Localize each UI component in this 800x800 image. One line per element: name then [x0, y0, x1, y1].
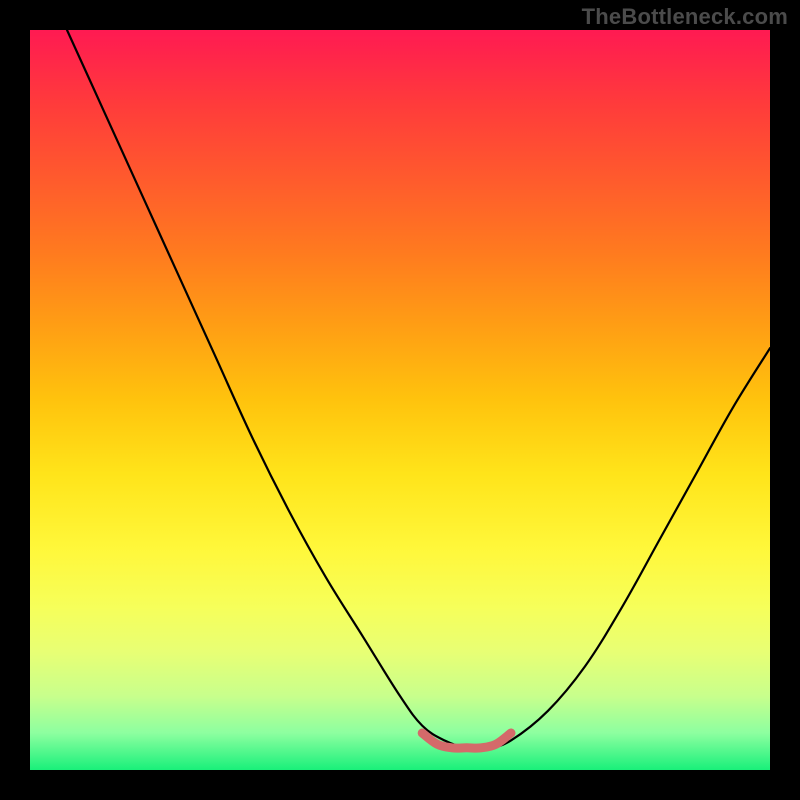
main-curve-path [67, 30, 770, 749]
curve-svg [30, 30, 770, 770]
watermark-text: TheBottleneck.com [582, 4, 788, 30]
chart-frame: TheBottleneck.com [0, 0, 800, 800]
plot-area [30, 30, 770, 770]
